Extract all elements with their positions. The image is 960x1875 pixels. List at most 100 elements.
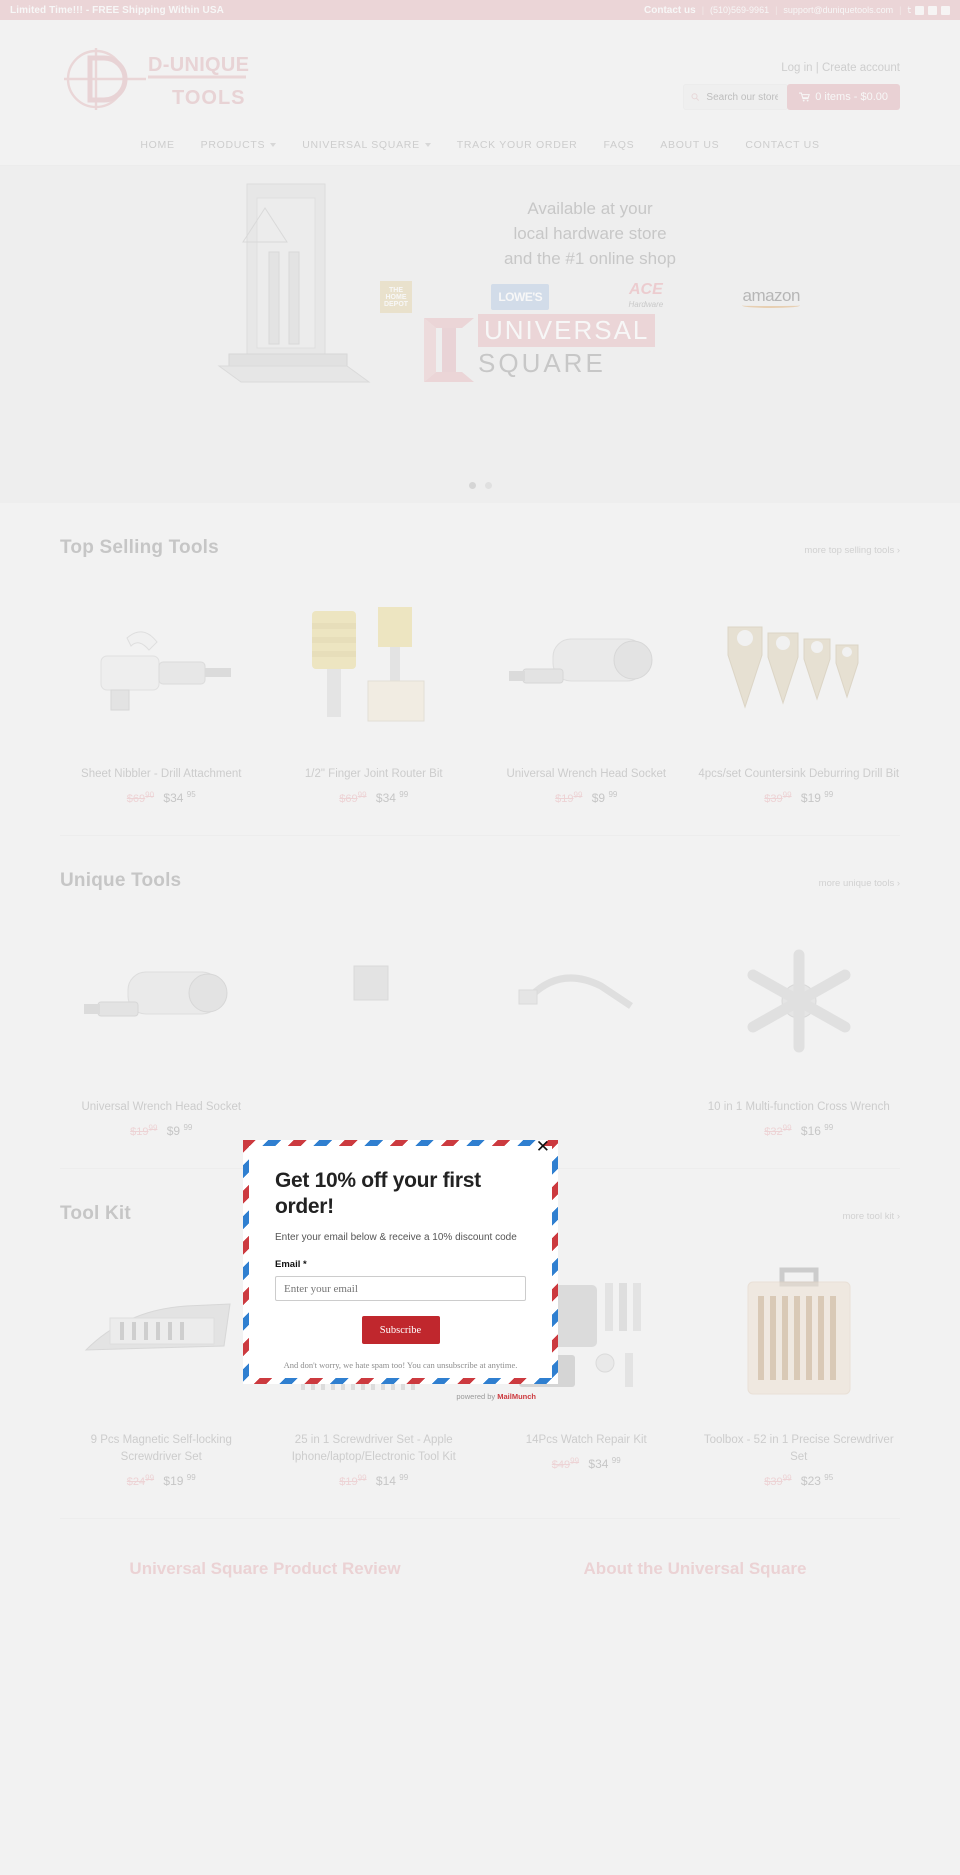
square-tool-icon <box>424 318 474 382</box>
magnetic-screwdriver-set-image <box>60 1241 263 1426</box>
section-more-link[interactable]: more top selling tools › <box>804 545 900 556</box>
email-link[interactable]: support@duniquetools.com <box>783 5 893 15</box>
nav-item-products[interactable]: PRODUCTS <box>201 139 277 151</box>
product-card[interactable]: Sheet Nibbler - Drill Attachment $6990 $… <box>60 575 263 805</box>
nav-item-track-your-order[interactable]: TRACK YOUR ORDER <box>457 139 578 151</box>
wordmark-square: SQUARE <box>478 348 606 378</box>
site-logo[interactable]: D-UNIQUE TOOLS <box>60 48 250 110</box>
nav-item-contact-us[interactable]: CONTACT US <box>745 139 819 151</box>
old-price: $3999 <box>764 790 792 805</box>
product-name: 14Pcs Watch Repair Kit <box>525 1434 647 1446</box>
modal-subtext: Enter your email below & receive a 10% d… <box>275 1232 517 1243</box>
email-field-label: Email * <box>275 1259 307 1270</box>
cross-wrench-image <box>698 908 901 1093</box>
hero-headline: Available at your local hardware store a… <box>455 196 725 271</box>
wordmark-universal: UNIVERSAL <box>478 314 656 347</box>
email-field[interactable] <box>275 1276 526 1301</box>
modal-body: ✕ Get 10% off your first order! Enter yo… <box>249 1138 552 1378</box>
new-price: $34 99 <box>588 1456 621 1471</box>
product-name: Universal Wrench Head Socket <box>81 1101 242 1113</box>
nav-item-about-us[interactable]: ABOUT US <box>660 139 719 151</box>
phone-link[interactable]: (510)569-9961 <box>710 5 769 15</box>
nav-item-universal-square[interactable]: UNIVERSAL SQUARE <box>302 139 431 151</box>
nav-item-faqs[interactable]: FAQS <box>603 139 634 151</box>
old-price: $3999 <box>764 1473 792 1488</box>
hero-line-1: Available at your <box>527 199 653 218</box>
footer-heading-product-review: Universal Square Product Review <box>129 1559 401 1578</box>
router-bit-image <box>273 575 476 760</box>
product-card[interactable]: 4pcs/set Countersink Deburring Drill Bit… <box>698 575 901 805</box>
new-price: $23 95 <box>800 1473 834 1488</box>
product-price: $1999 $14 99 <box>273 1473 476 1488</box>
instagram-icon[interactable] <box>941 5 950 15</box>
new-price: $9 99 <box>166 1123 193 1138</box>
drill-attachment-image <box>60 575 263 760</box>
mailmunch-brand[interactable]: MailMunch <box>497 1392 536 1401</box>
chevron-down-icon <box>424 143 431 147</box>
page-content: Limited Time!!! - FREE Shipping Within U… <box>0 0 960 1875</box>
product-name: Sheet Nibbler - Drill Attachment <box>81 768 242 780</box>
create-account-link[interactable]: Create account <box>822 62 900 74</box>
product-card[interactable]: 1/2" Finger Joint Router Bit $6999 $34 9… <box>273 575 476 805</box>
universal-square-product-image <box>217 183 371 383</box>
product-name: Universal Wrench Head Socket <box>506 768 667 780</box>
section-unique-tools: Unique Tools more unique tools › Univers… <box>0 836 960 1169</box>
twitter-icon[interactable]: 𝗍 <box>907 5 911 15</box>
promo-text: Limited Time!!! - FREE Shipping Within U… <box>10 4 224 16</box>
section-more-link[interactable]: more unique tools › <box>819 878 900 889</box>
logo-text-primary: D-UNIQUE <box>148 54 250 76</box>
hero-banner: Available at your local hardware store a… <box>0 165 960 503</box>
product-card[interactable]: Universal Wrench Head Socket $1999 $9 99 <box>485 575 688 805</box>
cart-button[interactable]: 0 items - $0.00 <box>787 84 900 110</box>
login-link[interactable]: Log in <box>781 62 812 74</box>
separator: | <box>775 5 778 15</box>
universal-square-wordmark: UNIVERSAL SQUARE <box>420 314 656 386</box>
close-icon[interactable]: ✕ <box>532 1134 554 1159</box>
section-more-link[interactable]: more tool kit › <box>842 1211 900 1222</box>
separator: | <box>899 5 902 15</box>
new-price: $9 99 <box>591 790 618 805</box>
old-price: $4999 <box>551 1456 580 1471</box>
youtube-icon[interactable] <box>928 5 937 15</box>
product-name: 10 in 1 Multi-function Cross Wrench <box>707 1101 890 1113</box>
old-price: $6999 <box>339 790 367 805</box>
spam-disclaimer: And don't worry, we hate spam too! You c… <box>283 1360 518 1370</box>
new-price: $19 99 <box>800 790 834 805</box>
search-box[interactable] <box>683 84 788 110</box>
powered-by-label: powered by MailMunch <box>243 1392 558 1401</box>
product-name: 25 in 1 Screwdriver Set - Apple Iphone/l… <box>291 1434 456 1463</box>
search-input[interactable] <box>704 90 780 104</box>
search-icon <box>691 93 700 101</box>
product-card[interactable] <box>485 908 688 1138</box>
product-card[interactable]: Universal Wrench Head Socket $1999 $9 99 <box>60 908 263 1138</box>
account-divider: | <box>815 62 819 74</box>
cart-label: 0 items - $0.00 <box>815 91 888 103</box>
subscribe-button[interactable]: Subscribe <box>361 1316 440 1344</box>
facebook-icon[interactable] <box>915 5 924 15</box>
product-card[interactable]: 9 Pcs Magnetic Self-locking Screwdriver … <box>60 1241 263 1488</box>
carousel-dot-1[interactable] <box>468 482 476 489</box>
product-price: $1999 $9 99 <box>485 790 688 805</box>
new-price: $34 99 <box>375 790 409 805</box>
nav-label: HOME <box>140 139 175 151</box>
nav-item-home[interactable]: HOME <box>140 139 174 151</box>
product-price: $6999 $34 99 <box>273 790 476 805</box>
carousel-dot-2[interactable] <box>484 482 492 489</box>
section-title: Unique Tools <box>60 870 182 891</box>
chevron-down-icon <box>270 143 277 147</box>
footer-heading-about: About the Universal Square <box>583 1559 807 1578</box>
product-grid: Universal Wrench Head Socket $1999 $9 99 <box>60 908 900 1138</box>
section-divider <box>60 1518 900 1519</box>
lowes-logo: LOWE'S <box>491 284 550 310</box>
new-price: $19 99 <box>163 1473 196 1488</box>
product-name: 4pcs/set Countersink Deburring Drill Bit <box>698 768 900 780</box>
product-card[interactable] <box>273 908 476 1138</box>
product-card[interactable]: 10 in 1 Multi-function Cross Wrench $329… <box>698 908 901 1138</box>
wrench-socket-image <box>60 908 263 1093</box>
product-card[interactable]: Toolbox - 52 in 1 Precise Screwdriver Se… <box>698 1241 901 1488</box>
countersink-bit-image <box>698 575 901 760</box>
hidden-product-image <box>485 908 688 1093</box>
modal-heading: Get 10% off your first order! <box>275 1169 481 1218</box>
nav-label: PRODUCTS <box>200 139 266 151</box>
nav-label: CONTACT US <box>745 139 820 151</box>
